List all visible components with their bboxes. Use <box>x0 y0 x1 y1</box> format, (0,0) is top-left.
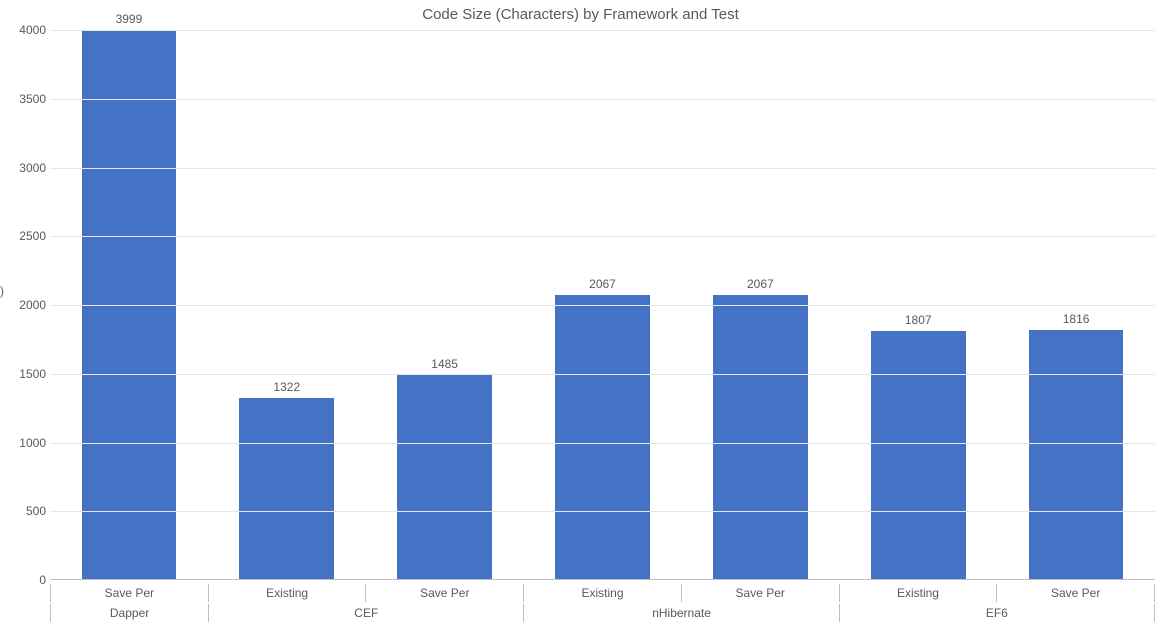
bar: 1816 <box>1029 330 1124 579</box>
x-category-label: Existing <box>523 584 681 602</box>
bar-value-label: 1807 <box>905 313 932 331</box>
bar: 1807 <box>871 331 966 579</box>
gridline <box>50 236 1155 237</box>
bar: 2067 <box>713 295 808 579</box>
y-tick-label: 3000 <box>6 161 46 175</box>
chart-container: Code Size (Characters) by Framework and … <box>0 0 1161 631</box>
bar-value-label: 1485 <box>431 357 458 375</box>
gridline <box>50 30 1155 31</box>
bar-value-label: 3999 <box>116 12 143 30</box>
y-tick-label: 2500 <box>6 229 46 243</box>
gridline <box>50 374 1155 375</box>
bar-value-label: 2067 <box>747 277 774 295</box>
y-tick-label: 4000 <box>6 23 46 37</box>
y-tick-label: 0 <box>6 573 46 587</box>
bar-value-label: 1816 <box>1063 312 1090 330</box>
x-group-label: Dapper <box>50 604 208 622</box>
gridline <box>50 511 1155 512</box>
bar-value-label: 2067 <box>589 277 616 295</box>
x-category-label: Save Per <box>365 584 523 602</box>
y-tick-label: 2000 <box>6 298 46 312</box>
plot-area: 3999132214852067206718071816 <box>50 30 1155 580</box>
y-tick-label: 500 <box>6 504 46 518</box>
x-axis-groups: DapperCEFnHibernateEF6 <box>50 604 1155 622</box>
bar: 1322 <box>239 398 334 579</box>
gridline <box>50 305 1155 306</box>
x-axis-categories: Save PerExistingSave PerExistingSave Per… <box>50 584 1155 602</box>
x-category-label: Save Per <box>681 584 839 602</box>
gridline <box>50 443 1155 444</box>
stray-glyph-left: ) <box>0 284 4 298</box>
x-category-label: Existing <box>208 584 366 602</box>
bar: 2067 <box>555 295 650 579</box>
chart-title: Code Size (Characters) by Framework and … <box>0 6 1161 23</box>
x-category-label: Save Per <box>996 584 1155 602</box>
y-tick-label: 1500 <box>6 367 46 381</box>
x-category-label: Save Per <box>50 584 208 602</box>
x-category-label: Existing <box>839 584 997 602</box>
bar: 1485 <box>397 375 492 579</box>
y-tick-label: 1000 <box>6 436 46 450</box>
bar-value-label: 1322 <box>273 380 300 398</box>
gridline <box>50 99 1155 100</box>
x-group-label: EF6 <box>839 604 1155 622</box>
gridline <box>50 168 1155 169</box>
y-tick-label: 3500 <box>6 92 46 106</box>
x-group-label: CEF <box>208 604 523 622</box>
x-group-label: nHibernate <box>523 604 838 622</box>
